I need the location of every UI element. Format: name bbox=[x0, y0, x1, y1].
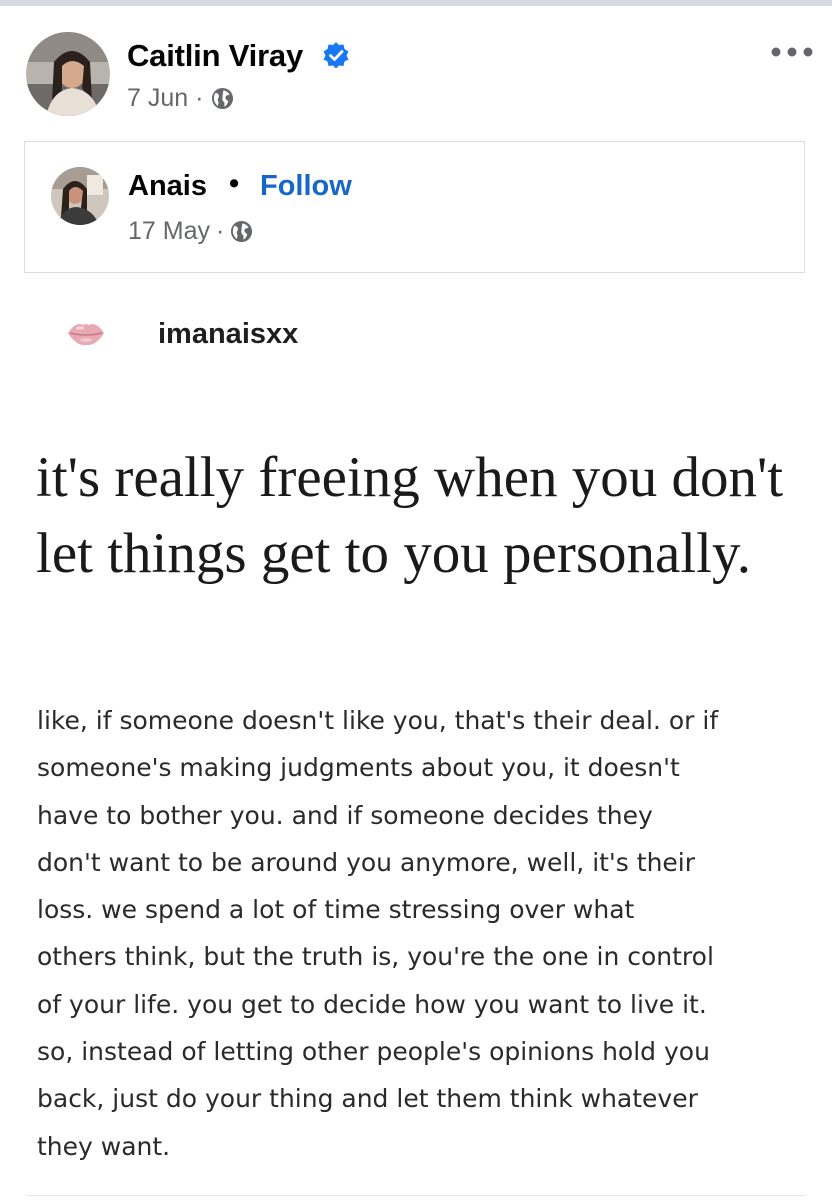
verified-badge-icon bbox=[323, 42, 349, 69]
meta-separator: · bbox=[215, 217, 225, 245]
post-header: Caitlin Viray 7 Jun · bbox=[0, 6, 832, 134]
follow-button[interactable]: Follow bbox=[260, 170, 352, 203]
globe-icon bbox=[211, 87, 233, 110]
quote-body: like, if someone doesn't like you, that'… bbox=[37, 706, 719, 1161]
more-options-icon[interactable] bbox=[768, 42, 816, 62]
globe-icon bbox=[231, 220, 253, 243]
shared-author-avatar[interactable] bbox=[51, 167, 109, 225]
bottom-divider bbox=[26, 1195, 806, 1196]
quote-handle: imanaisxx bbox=[158, 318, 299, 350]
shared-post-meta: 17 May · bbox=[128, 217, 253, 246]
shared-post-card[interactable]: Anais • Follow 17 May · bbox=[24, 141, 805, 273]
post-date[interactable]: 7 Jun bbox=[127, 84, 188, 113]
shared-author-name[interactable]: Anais bbox=[128, 170, 207, 203]
quote-headline: it's really freeing when you don't let t… bbox=[36, 446, 784, 585]
author-avatar[interactable] bbox=[26, 32, 110, 116]
author-name[interactable]: Caitlin Viray bbox=[127, 38, 303, 74]
meta-separator: · bbox=[195, 84, 204, 112]
name-follow-separator: • bbox=[229, 168, 240, 200]
quote-image[interactable]: imanaisxx it's really freeing when you d… bbox=[0, 290, 832, 1190]
post-meta: 7 Jun · bbox=[127, 84, 234, 113]
shared-post-date[interactable]: 17 May bbox=[128, 217, 210, 246]
lips-icon bbox=[68, 324, 104, 346]
